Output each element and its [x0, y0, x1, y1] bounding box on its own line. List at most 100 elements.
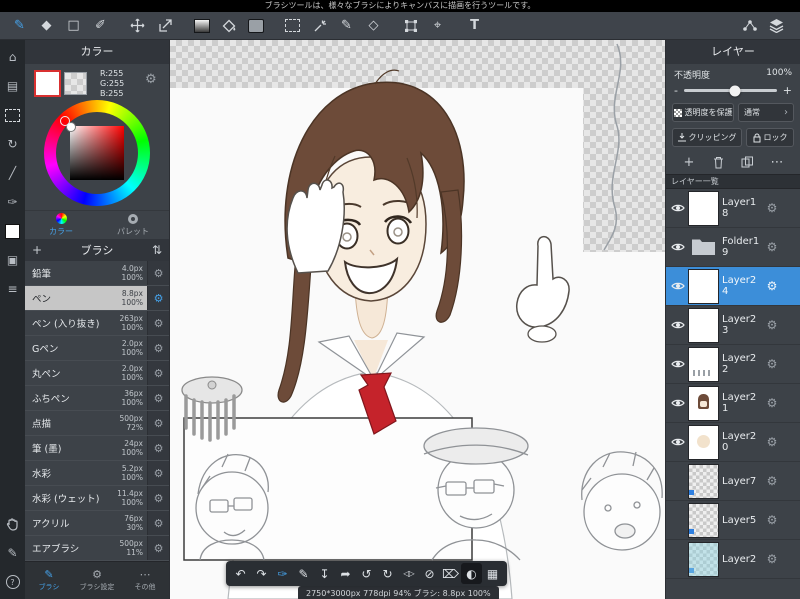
layer-visibility-toggle[interactable]	[666, 203, 689, 213]
opacity-slider[interactable]	[683, 85, 777, 96]
material-icon[interactable]: ✑	[4, 193, 22, 211]
duplicate-layer-icon[interactable]	[737, 153, 759, 171]
brush-item[interactable]: アクリル 76px 30% ⚙	[25, 511, 169, 536]
canvas[interactable]: ↶ ↷ ✑ ✎ ↧ ➦ ↺ ↻ ◁▷ ⊘ ⌦ ◐ ▦ 2750*3000px 778dpi 94% ブラ…	[170, 40, 665, 599]
brush-settings-gear[interactable]: ⚙	[147, 311, 169, 335]
more-icon[interactable]: ⋯	[766, 153, 788, 171]
layer-settings-gear[interactable]: ⚙	[762, 318, 782, 332]
hand-icon[interactable]	[4, 515, 22, 533]
brush-settings-gear[interactable]: ⚙	[147, 511, 169, 535]
panel-toggle-icon[interactable]: ▣	[4, 251, 22, 269]
layers-panel-icon[interactable]	[763, 13, 790, 39]
rotate-cw-icon[interactable]: ↻	[377, 563, 398, 584]
brush-settings-gear[interactable]: ⚙	[147, 536, 169, 560]
saturation-value-box[interactable]	[70, 126, 124, 180]
layer-row[interactable]: Layer21 ⚙	[666, 384, 800, 423]
brush-item[interactable]: Gペン 2.0px 100% ⚙	[25, 336, 169, 361]
layer-row[interactable]: Layer24 ⚙	[666, 267, 800, 306]
square-tool[interactable]: □	[60, 13, 87, 39]
layer-row[interactable]: Layer2 ⚙	[666, 540, 800, 579]
brush-item[interactable]: 水彩 (ウェット) 11.4px 100% ⚙	[25, 486, 169, 511]
lock-button[interactable]: ロック	[746, 128, 794, 147]
add-layer-icon[interactable]: +	[678, 153, 700, 171]
brush-settings-gear[interactable]: ⚙	[147, 286, 169, 310]
brush-settings-gear[interactable]: ⚙	[147, 336, 169, 360]
opacity-decrease-button[interactable]: -	[674, 84, 678, 97]
delete-layer-icon[interactable]	[707, 153, 729, 171]
brush-item[interactable]: 鉛筆 4.0px 100% ⚙	[25, 261, 169, 286]
layer-row[interactable]: Layer7 ⚙	[666, 462, 800, 501]
text-tool[interactable]: T	[461, 13, 488, 39]
layer-settings-gear[interactable]: ⚙	[762, 279, 782, 293]
ruler-icon[interactable]: ╱	[4, 164, 22, 182]
gradient-tool[interactable]	[188, 13, 215, 39]
brush-item[interactable]: 丸ペン 2.0px 100% ⚙	[25, 361, 169, 386]
add-brush-button[interactable]: +	[25, 243, 49, 257]
sort-brush-button[interactable]: ⇅	[145, 243, 169, 257]
layer-row[interactable]: Layer20 ⚙	[666, 423, 800, 462]
clear-icon[interactable]: ⌦	[440, 563, 461, 584]
brush-settings-gear[interactable]: ⚙	[147, 411, 169, 435]
brush-item[interactable]: ふちペン 36px 100% ⚙	[25, 386, 169, 411]
move-tool[interactable]	[124, 13, 151, 39]
layer-visibility-toggle[interactable]	[666, 359, 689, 369]
fg-color-icon[interactable]	[4, 222, 22, 240]
layer-settings-gear[interactable]: ⚙	[762, 513, 782, 527]
opacity-slider-knob[interactable]	[729, 85, 741, 96]
select-eraser-tool[interactable]: ◇	[360, 13, 387, 39]
layer-visibility-toggle[interactable]	[666, 398, 689, 408]
pen-cursor-icon[interactable]: ✎	[4, 544, 22, 562]
layer-settings-gear[interactable]: ⚙	[762, 240, 782, 254]
brush-item[interactable]: 筆 (墨) 24px 100% ⚙	[25, 436, 169, 461]
pages-icon[interactable]: ▤	[4, 77, 22, 95]
layer-settings-gear[interactable]: ⚙	[762, 396, 782, 410]
select-rect-tool[interactable]	[279, 13, 306, 39]
tab-brush[interactable]: ✎ ブラシ	[25, 562, 73, 599]
tab-palette[interactable]: パレット	[97, 211, 169, 239]
rotate-view-icon[interactable]: ↻	[4, 135, 22, 153]
eraser-tool[interactable]: ◆	[33, 13, 60, 39]
magic-wand-tool[interactable]	[306, 13, 333, 39]
share-canvas-tool[interactable]	[151, 13, 178, 39]
brush-item[interactable]: 水彩 5.2px 100% ⚙	[25, 461, 169, 486]
dot-pen-tool[interactable]: ✐	[87, 13, 114, 39]
layer-settings-gear[interactable]: ⚙	[762, 474, 782, 488]
layer-row[interactable]: Layer23 ⚙	[666, 306, 800, 345]
layer-row[interactable]: Layer18 ⚙	[666, 189, 800, 228]
auto-select-tool[interactable]: ⌖	[424, 13, 451, 39]
layer-row[interactable]: Layer22 ⚙	[666, 345, 800, 384]
brush-settings-gear[interactable]: ⚙	[147, 386, 169, 410]
brush-item[interactable]: 点描 500px 72% ⚙	[25, 411, 169, 436]
grid-icon[interactable]: ▦	[482, 563, 503, 584]
draw-icon[interactable]: ✎	[293, 563, 314, 584]
layer-visibility-toggle[interactable]	[666, 281, 689, 291]
help-icon[interactable]: ?	[4, 573, 22, 591]
snap-icon[interactable]: ✑	[272, 563, 293, 584]
gallery-icon[interactable]: ⌂	[4, 48, 22, 66]
hue-cursor[interactable]	[60, 116, 70, 126]
brush-settings-gear[interactable]: ⚙	[147, 486, 169, 510]
blend-mode-button[interactable]: 通常 ›	[738, 103, 794, 122]
select-area-icon[interactable]	[4, 106, 22, 124]
clipping-button[interactable]: クリッピング	[672, 128, 742, 147]
tab-brush-settings[interactable]: ⚙ ブラシ設定	[73, 562, 121, 599]
color-settings-gear[interactable]: ⚙	[145, 72, 157, 87]
brush-settings-gear[interactable]: ⚙	[147, 261, 169, 285]
list-toggle-icon[interactable]: ≡	[4, 280, 22, 298]
save-icon[interactable]: ↧	[314, 563, 335, 584]
tab-other[interactable]: ⋯ その他	[121, 562, 169, 599]
layer-settings-gear[interactable]: ⚙	[762, 357, 782, 371]
brush-item[interactable]: エアブラシ 500px 11% ⚙	[25, 536, 169, 561]
layer-row[interactable]: Layer5 ⚙	[666, 501, 800, 540]
solid-chip-tool[interactable]	[242, 13, 269, 39]
foreground-color-swatch[interactable]	[34, 70, 61, 97]
protect-alpha-button[interactable]: 透明度を保護	[672, 103, 734, 122]
opacity-increase-button[interactable]: +	[783, 84, 792, 97]
no-draw-icon[interactable]: ⊘	[419, 563, 440, 584]
layer-visibility-toggle[interactable]	[666, 242, 689, 252]
layer-settings-gear[interactable]: ⚙	[762, 201, 782, 215]
brush-item[interactable]: ペン 8.8px 100% ⚙	[25, 286, 169, 311]
brush-settings-gear[interactable]: ⚙	[147, 361, 169, 385]
transform-tool[interactable]	[397, 13, 424, 39]
flip-icon[interactable]: ◁▷	[398, 563, 419, 584]
